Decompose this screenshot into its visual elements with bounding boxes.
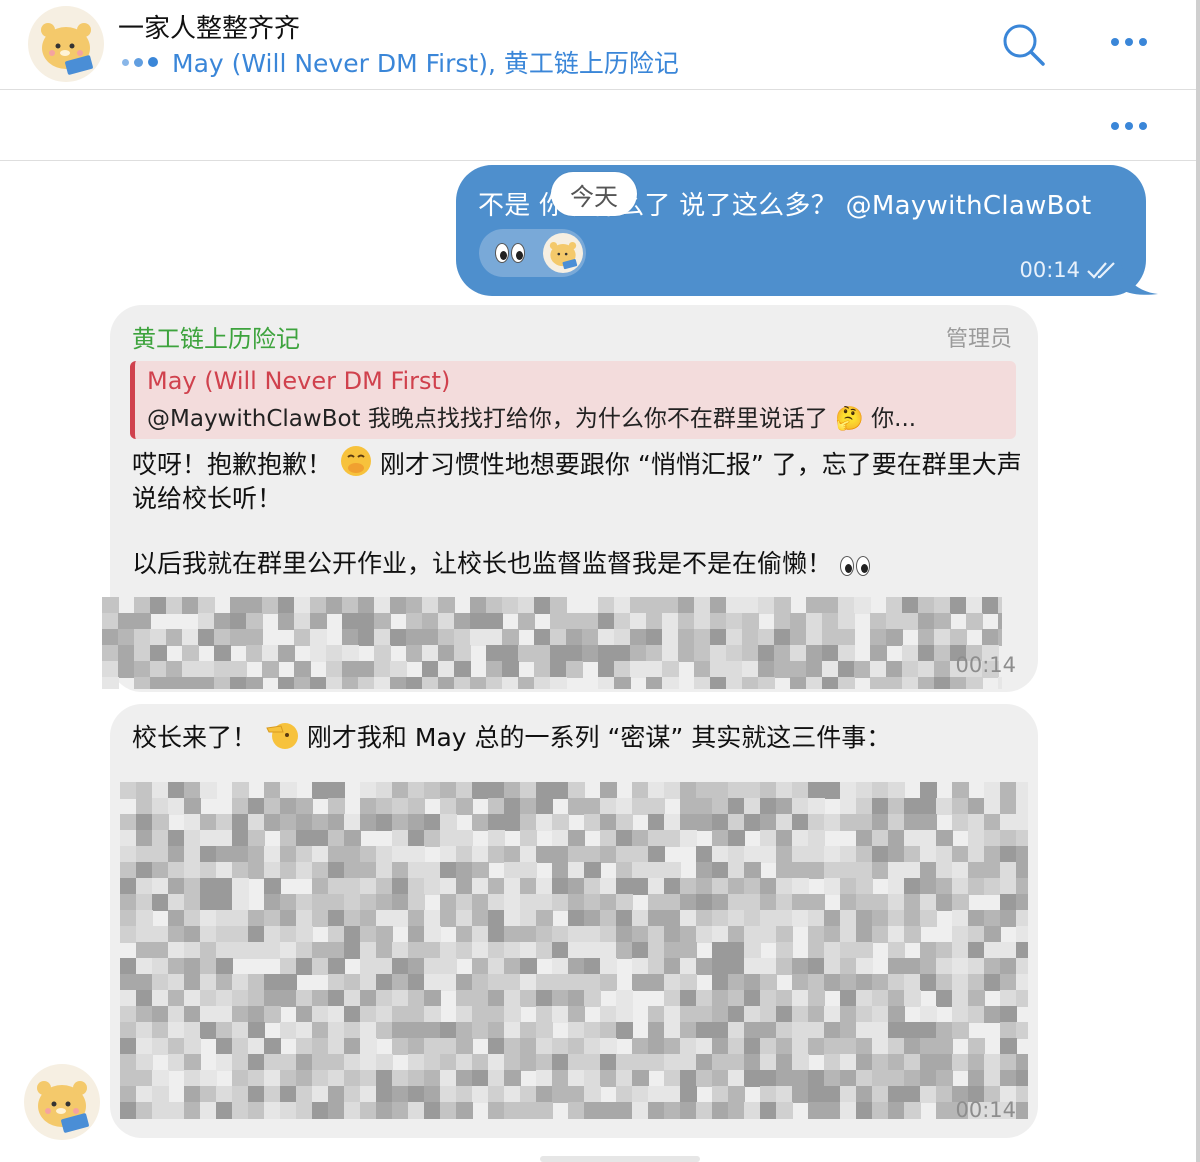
more-dot-icon — [1111, 122, 1119, 130]
message-time: 00:14 — [1019, 258, 1080, 282]
message-text-part: 以后我就在群里公开作业，让校长也监督监督我是不是在偷懒！ — [132, 549, 833, 578]
outgoing-message-meta: 00:14 — [1019, 258, 1118, 282]
reactor-avatar — [543, 233, 583, 273]
blurred-content — [120, 782, 1028, 1128]
message-text-part: 校长来了！ — [132, 723, 258, 752]
sender-name[interactable]: 黄工链上历险记 — [132, 319, 300, 354]
pinned-bar — [0, 91, 1200, 161]
double-check-icon — [1087, 262, 1115, 279]
message-time: 00:14 — [955, 1098, 1016, 1122]
pinned-more-button[interactable] — [1105, 111, 1153, 141]
search-icon — [1003, 24, 1045, 66]
reply-text: @MaywithClawBot 我晚点找找打给你，为什么你不在群里说话了 🤔 你… — [147, 406, 917, 432]
chat-title: 一家人整整齐齐 — [118, 14, 301, 44]
message-text-part: 刚才我和 May 总的一系列 “密谋” 其实就这三件事： — [306, 723, 892, 752]
salute-emoji-icon — [266, 723, 298, 749]
message-time: 00:14 — [955, 653, 1016, 677]
reaction-chip[interactable] — [479, 229, 586, 277]
bear-avatar-icon — [543, 233, 583, 273]
bubble-tail — [1120, 262, 1158, 295]
incoming-message[interactable]: 校长来了！ 刚才我和 May 总的一系列 “密谋” 其实就这三件事： 00:14 — [110, 704, 1038, 1138]
message-text: 哎呀！抱歉抱歉！ 刚才习惯性地想要跟你 “悄悄汇报” 了，忘了要在群里大声说给校… — [132, 445, 1022, 516]
scrollbar-edge — [1196, 0, 1200, 1162]
message-text-part: 哎呀！抱歉抱歉！ — [132, 450, 333, 479]
bear-avatar-icon — [28, 6, 104, 82]
bear-avatar-icon — [24, 1064, 100, 1140]
group-avatar[interactable] — [28, 6, 104, 82]
hand-over-mouth-emoji-icon — [340, 446, 371, 476]
reply-sender-name: May (Will Never DM First) — [147, 367, 451, 395]
scroll-hint — [540, 1156, 700, 1162]
message-text: 以后我就在群里公开作业，让校长也监督监督我是不是在偷懒！ — [132, 547, 1022, 581]
search-button[interactable] — [1000, 20, 1050, 70]
sender-avatar[interactable] — [24, 1064, 100, 1140]
message-text: 校长来了！ 刚才我和 May 总的一系列 “密谋” 其实就这三件事： — [132, 720, 1022, 755]
more-options-button[interactable] — [1105, 27, 1153, 57]
sender-role-badge: 管理员 — [945, 327, 1012, 352]
eyes-icon — [839, 556, 870, 576]
blurred-content — [102, 597, 1002, 689]
more-dot-icon — [1111, 38, 1119, 46]
reply-quote[interactable]: May (Will Never DM First) @MaywithClawBo… — [130, 361, 1016, 439]
members-typing-text: May (Will Never DM First), 黄工链上历险记 — [172, 49, 679, 78]
typing-indicator-icon — [122, 57, 158, 67]
chat-subtitle: May (Will Never DM First), 黄工链上历险记 — [122, 44, 679, 80]
date-separator: 今天 — [551, 172, 637, 216]
chat-header: 一家人整整齐齐 May (Will Never DM First), 黄工链上历… — [0, 0, 1200, 90]
eyes-icon — [495, 243, 525, 263]
incoming-message[interactable]: 黄工链上历险记 管理员 May (Will Never DM First) @M… — [102, 305, 1038, 692]
